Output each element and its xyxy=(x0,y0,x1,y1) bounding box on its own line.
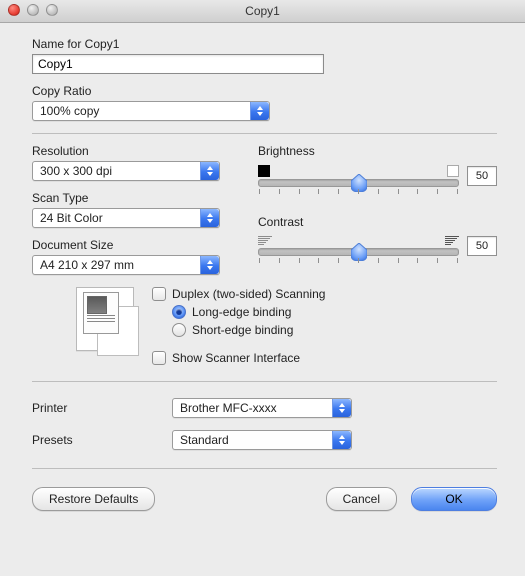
long-edge-label: Long-edge binding xyxy=(192,305,291,319)
show-scanner-interface-checkbox[interactable] xyxy=(152,351,166,365)
name-label: Name for Copy1 xyxy=(32,37,497,51)
scan-type-label: Scan Type xyxy=(32,191,224,205)
document-preview-icon xyxy=(76,287,134,351)
show-scanner-interface-label: Show Scanner Interface xyxy=(172,351,300,365)
document-size-value: A4 210 x 297 mm xyxy=(40,258,134,272)
resolution-label: Resolution xyxy=(32,144,224,158)
printer-select[interactable]: Brother MFC-xxxx xyxy=(172,398,352,418)
chevrons-icon xyxy=(332,399,351,417)
copy-ratio-select[interactable]: 100% copy xyxy=(32,101,270,121)
copy-ratio-value: 100% copy xyxy=(40,104,99,118)
chevrons-icon xyxy=(332,431,351,449)
contrast-label: Contrast xyxy=(258,215,497,229)
name-input[interactable] xyxy=(32,54,324,74)
close-icon[interactable] xyxy=(8,4,20,16)
copy-ratio-label: Copy Ratio xyxy=(32,84,497,98)
presets-value: Standard xyxy=(180,433,229,447)
content: Name for Copy1 Copy Ratio 100% copy Reso… xyxy=(0,23,525,576)
short-edge-label: Short-edge binding xyxy=(192,323,293,337)
contrast-slider[interactable] xyxy=(258,248,459,256)
separator xyxy=(32,468,497,469)
window-controls xyxy=(8,4,58,16)
separator xyxy=(32,133,497,134)
brightness-min-icon xyxy=(258,165,270,177)
duplex-checkbox[interactable] xyxy=(152,287,166,301)
brightness-label: Brightness xyxy=(258,144,497,158)
titlebar: Copy1 xyxy=(0,0,525,23)
contrast-value[interactable]: 50 xyxy=(467,236,497,256)
cancel-button[interactable]: Cancel xyxy=(326,487,397,511)
separator xyxy=(32,381,497,382)
chevrons-icon xyxy=(200,256,219,274)
window-title: Copy1 xyxy=(245,4,280,18)
brightness-value[interactable]: 50 xyxy=(467,166,497,186)
chevrons-icon xyxy=(200,209,219,227)
document-size-label: Document Size xyxy=(32,238,224,252)
ok-button[interactable]: OK xyxy=(411,487,497,511)
short-edge-radio[interactable] xyxy=(172,323,186,337)
dialog-window: Copy1 Name for Copy1 Copy Ratio 100% cop… xyxy=(0,0,525,576)
brightness-max-icon xyxy=(447,165,459,177)
presets-select[interactable]: Standard xyxy=(172,430,352,450)
scan-type-select[interactable]: 24 Bit Color xyxy=(32,208,220,228)
brightness-slider[interactable] xyxy=(258,179,459,187)
printer-value: Brother MFC-xxxx xyxy=(180,401,277,415)
chevrons-icon xyxy=(250,102,269,120)
scan-type-value: 24 Bit Color xyxy=(40,211,103,225)
presets-label: Presets xyxy=(32,433,172,447)
resolution-select[interactable]: 300 x 300 dpi xyxy=(32,161,220,181)
contrast-min-icon xyxy=(258,236,272,246)
minimize-icon[interactable] xyxy=(27,4,39,16)
printer-label: Printer xyxy=(32,401,172,415)
contrast-max-icon xyxy=(445,236,459,246)
chevrons-icon xyxy=(200,162,219,180)
document-size-select[interactable]: A4 210 x 297 mm xyxy=(32,255,220,275)
long-edge-radio[interactable] xyxy=(172,305,186,319)
resolution-value: 300 x 300 dpi xyxy=(40,164,112,178)
restore-defaults-button[interactable]: Restore Defaults xyxy=(32,487,155,511)
duplex-label: Duplex (two-sided) Scanning xyxy=(172,287,325,301)
zoom-icon[interactable] xyxy=(46,4,58,16)
